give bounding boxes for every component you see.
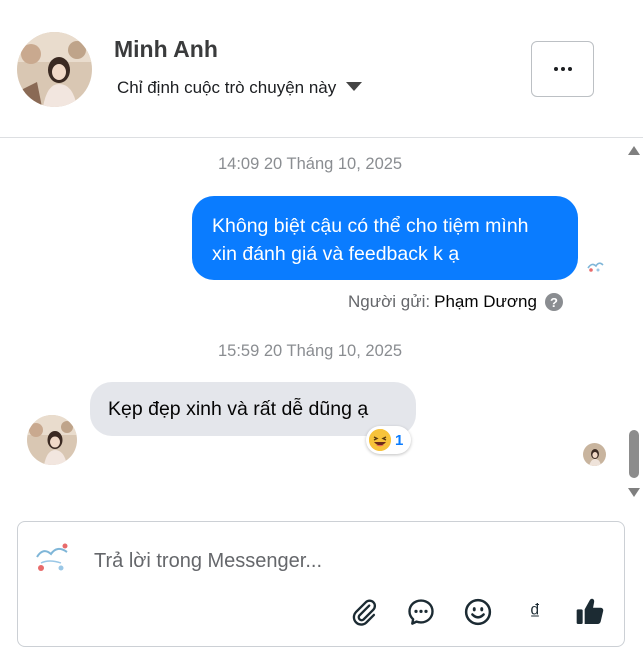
chat-bubble-icon (408, 599, 434, 625)
message-reaction[interactable]: 1 (366, 426, 412, 454)
reaction-count: 1 (395, 431, 404, 449)
laughing-emoji-icon (369, 429, 391, 451)
like-button[interactable] (572, 594, 608, 630)
incoming-message-bubble[interactable]: Kẹp đẹp xinh và rất dễ dũng ạ (90, 382, 416, 436)
conversation-header: Minh Anh Chỉ định cuộc trò chuyện này (0, 0, 643, 138)
more-options-button[interactable] (531, 41, 594, 97)
paperclip-icon (352, 599, 377, 626)
outgoing-message-bubble[interactable]: Không biệt cậu có thể cho tiệm mình xin … (192, 196, 578, 280)
sender-info: Người gửi: Phạm Dương ? (348, 292, 563, 312)
message-timestamp: 15:59 20 Tháng 10, 2025 (218, 342, 403, 360)
seen-by-avatar (585, 256, 605, 276)
assign-label: Chỉ định cuộc trò chuyện này (117, 78, 337, 97)
sender-label: Người gửi: (348, 292, 431, 311)
scroll-up-arrow[interactable] (628, 146, 640, 155)
scrollbar-thumb[interactable] (629, 430, 639, 478)
contact-name: Minh Anh (114, 36, 218, 62)
contact-avatar[interactable] (17, 32, 92, 107)
sender-name: Phạm Dương (434, 292, 537, 311)
message-composer: ₫ (17, 521, 625, 647)
attach-button[interactable] (346, 594, 382, 630)
dong-currency-icon: ₫ (529, 599, 541, 624)
more-dots-icon (553, 67, 572, 71)
message-thread: 14:09 20 Tháng 10, 2025 Không biệt cậu c… (0, 139, 643, 509)
assign-conversation-dropdown[interactable]: Chỉ định cuộc trò chuyện này (117, 78, 363, 98)
smiley-icon (464, 598, 492, 626)
saved-replies-button[interactable] (403, 594, 439, 630)
reply-input[interactable] (94, 547, 594, 575)
emoji-button[interactable] (460, 594, 496, 630)
message-timestamp: 14:09 20 Tháng 10, 2025 (218, 155, 403, 173)
page-avatar (31, 537, 73, 579)
contact-message-avatar[interactable] (27, 415, 77, 465)
payment-button[interactable]: ₫ (517, 594, 553, 630)
caret-down-icon (346, 81, 363, 91)
thumbs-up-icon (576, 598, 604, 624)
help-icon[interactable]: ? (544, 293, 563, 311)
scroll-down-arrow[interactable] (628, 488, 640, 497)
read-receipt-avatar (583, 443, 606, 466)
